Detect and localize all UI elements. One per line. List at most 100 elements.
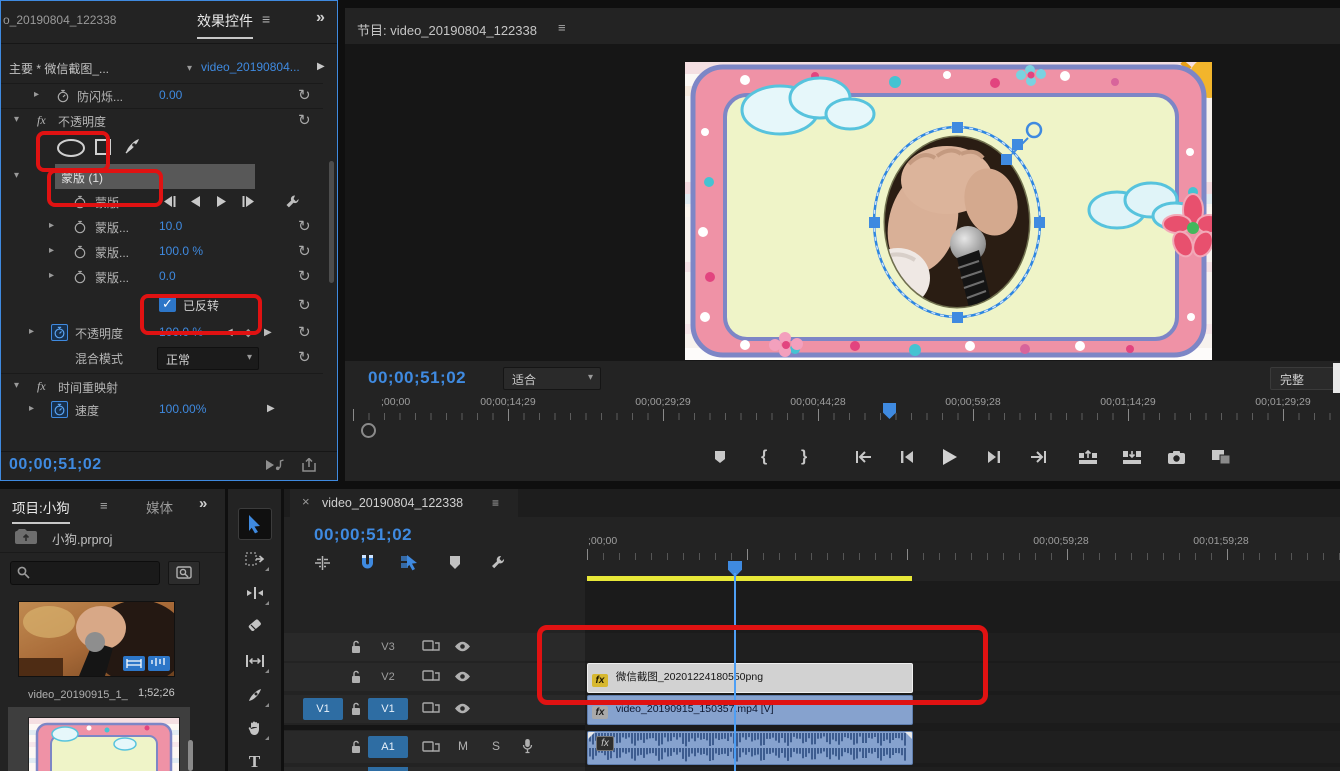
project-file-name[interactable]: 小狗.prproj xyxy=(52,529,112,548)
play-icon[interactable] xyxy=(941,448,958,466)
clip-v1-video[interactable]: fx video_20190915_150357.mp4 [V] xyxy=(587,695,913,725)
reset-icon[interactable]: ↺ xyxy=(298,348,311,366)
goto-out-icon[interactable] xyxy=(1029,450,1047,464)
close-icon[interactable]: × xyxy=(302,494,310,509)
twirl-icon[interactable]: ▾ xyxy=(14,380,19,391)
reset-icon[interactable]: ↺ xyxy=(298,86,311,104)
track-target-v1[interactable]: V1 xyxy=(368,698,408,720)
add-marker-icon[interactable] xyxy=(712,449,728,465)
timeline-ruler[interactable]: ;00;00 00;00;59;28 00;01;59;28 00;02;59;… xyxy=(585,533,1340,561)
export-frame-icon[interactable] xyxy=(1167,450,1186,465)
track-target-a2[interactable] xyxy=(368,767,408,771)
panel-menu-icon[interactable]: ≡ xyxy=(100,498,108,513)
snap-icon[interactable] xyxy=(360,554,375,571)
panel-menu-icon[interactable]: ≡ xyxy=(492,496,499,510)
track-target-v2[interactable]: V2 xyxy=(368,666,408,688)
twirl-icon[interactable]: ▸ xyxy=(34,89,39,100)
twirl-icon[interactable]: ▸ xyxy=(29,403,34,414)
timeline-playhead-line[interactable] xyxy=(734,573,736,771)
zoom-level-select[interactable]: 适合 ▾ xyxy=(503,367,601,390)
video-preview[interactable] xyxy=(685,62,1212,360)
stopwatch-icon[interactable] xyxy=(56,89,70,103)
fade-handle-left[interactable] xyxy=(588,732,595,739)
prev-keyframe-icon[interactable]: ◀ xyxy=(225,327,233,338)
play-back-icon[interactable] xyxy=(189,195,202,208)
effect-value[interactable]: 0.00 xyxy=(159,88,182,102)
eye-icon[interactable] xyxy=(454,703,471,714)
pen-mask-tool[interactable] xyxy=(123,136,143,156)
selection-tool[interactable] xyxy=(238,508,272,540)
eye-icon[interactable] xyxy=(454,671,471,682)
twirl-icon[interactable]: ▾ xyxy=(14,170,19,181)
effect-value[interactable]: 100.0 % xyxy=(159,325,203,339)
step-forward-icon[interactable] xyxy=(986,450,1002,464)
lock-icon[interactable] xyxy=(350,740,362,754)
png-thumbnail[interactable] xyxy=(28,717,180,771)
collapse-panels-icon[interactable]: » xyxy=(316,9,325,27)
effect-row-mask-expansion[interactable]: ▸ 蒙版... 0.0 ↺ xyxy=(1,266,323,289)
sequence-tab-label[interactable]: video_20190804_122338 xyxy=(322,496,463,510)
goto-in-icon[interactable] xyxy=(855,450,873,464)
video-thumbnail[interactable] xyxy=(18,601,175,677)
effect-row-time-remap[interactable]: ▾ fx 时间重映射 xyxy=(1,373,323,397)
tab-source-monitor[interactable]: o_20190804_122338 xyxy=(3,13,155,27)
reset-icon[interactable]: ↺ xyxy=(298,242,311,260)
stopwatch-enabled-icon[interactable] xyxy=(51,324,68,341)
tab-project[interactable]: 项目:小狗 xyxy=(12,497,70,524)
playback-resolution-select[interactable]: 完整 xyxy=(1270,367,1334,390)
search-bin-icon[interactable] xyxy=(168,561,200,585)
effect-row-opacity-group[interactable]: ▾ fx 不透明度 ↺ xyxy=(1,110,323,133)
hand-tool[interactable] xyxy=(240,715,270,741)
lane-v3[interactable] xyxy=(585,633,1340,661)
stopwatch-icon[interactable] xyxy=(73,195,87,209)
clip-v2-png[interactable]: fx 微信截图_20201224180550png xyxy=(587,663,913,693)
play-audio-icon[interactable] xyxy=(265,458,285,472)
reset-icon[interactable]: ↺ xyxy=(298,267,311,285)
tab-effect-controls[interactable]: 效果控件 xyxy=(197,11,253,39)
twirl-icon[interactable]: ▸ xyxy=(29,326,34,337)
comparison-view-icon[interactable] xyxy=(1211,449,1231,466)
monitor-zoom-handle[interactable] xyxy=(361,423,376,438)
sync-lock-icon[interactable] xyxy=(422,669,440,683)
stopwatch-icon[interactable] xyxy=(73,220,87,234)
tab-program-monitor[interactable]: 节目: video_20190804_122338 xyxy=(357,20,537,39)
sync-lock-icon[interactable] xyxy=(422,639,440,653)
timeline-marker-icon[interactable] xyxy=(448,555,462,570)
inverted-checkbox[interactable]: ✓ xyxy=(159,295,176,312)
reset-icon[interactable]: ↺ xyxy=(298,217,311,235)
twirl-icon[interactable]: ▸ xyxy=(49,270,54,281)
source-patch-v1[interactable]: V1 xyxy=(303,698,343,720)
ripple-edit-tool[interactable] xyxy=(240,580,270,606)
inverted-label[interactable]: 已反转 xyxy=(183,297,219,314)
linked-selection-icon[interactable] xyxy=(400,554,419,571)
tab-sequence[interactable]: × video_20190804_122338 ≡ xyxy=(290,489,518,517)
track-select-forward-tool[interactable] xyxy=(240,546,270,572)
lock-icon[interactable] xyxy=(350,670,362,684)
fade-handle-right[interactable] xyxy=(905,732,912,739)
reset-icon[interactable]: ↺ xyxy=(298,296,311,314)
sync-lock-icon[interactable] xyxy=(422,701,440,715)
ellipse-mask-tool[interactable] xyxy=(55,138,87,158)
pen-tool[interactable] xyxy=(240,682,270,708)
mask-item-row[interactable]: ▾ 蒙版 (1) xyxy=(1,164,323,190)
flyout-right-icon[interactable]: ▶ xyxy=(317,61,325,72)
effect-value[interactable]: 100.00% xyxy=(159,402,206,416)
program-timecode[interactable]: 00;00;51;02 xyxy=(368,368,466,388)
twirl-icon[interactable]: ▾ xyxy=(14,114,19,125)
project-item-frame-png[interactable] xyxy=(8,707,190,771)
mark-out-icon[interactable]: } xyxy=(801,448,807,466)
nest-toggle-icon[interactable] xyxy=(314,555,331,571)
program-ruler[interactable]: ;00;00 00;00;14;29 00;00;29;29 00;00;44;… xyxy=(345,396,1340,422)
reset-icon[interactable]: ↺ xyxy=(298,323,311,341)
stopwatch-icon[interactable] xyxy=(73,245,87,259)
solo-button[interactable]: S xyxy=(492,739,500,753)
timeline-settings-icon[interactable] xyxy=(490,554,506,570)
reset-icon[interactable]: ↺ xyxy=(298,111,311,129)
tab-media-browser[interactable]: 媒体 xyxy=(146,497,180,517)
track-target-v3[interactable]: V3 xyxy=(368,636,408,658)
timeline-timecode[interactable]: 00;00;51;02 xyxy=(314,525,412,545)
lock-icon[interactable] xyxy=(350,702,362,716)
lock-icon[interactable] xyxy=(350,640,362,654)
project-item-video[interactable]: video_20190915_1_ 1;52;26 xyxy=(10,595,210,703)
razor-tool[interactable] xyxy=(240,614,270,640)
